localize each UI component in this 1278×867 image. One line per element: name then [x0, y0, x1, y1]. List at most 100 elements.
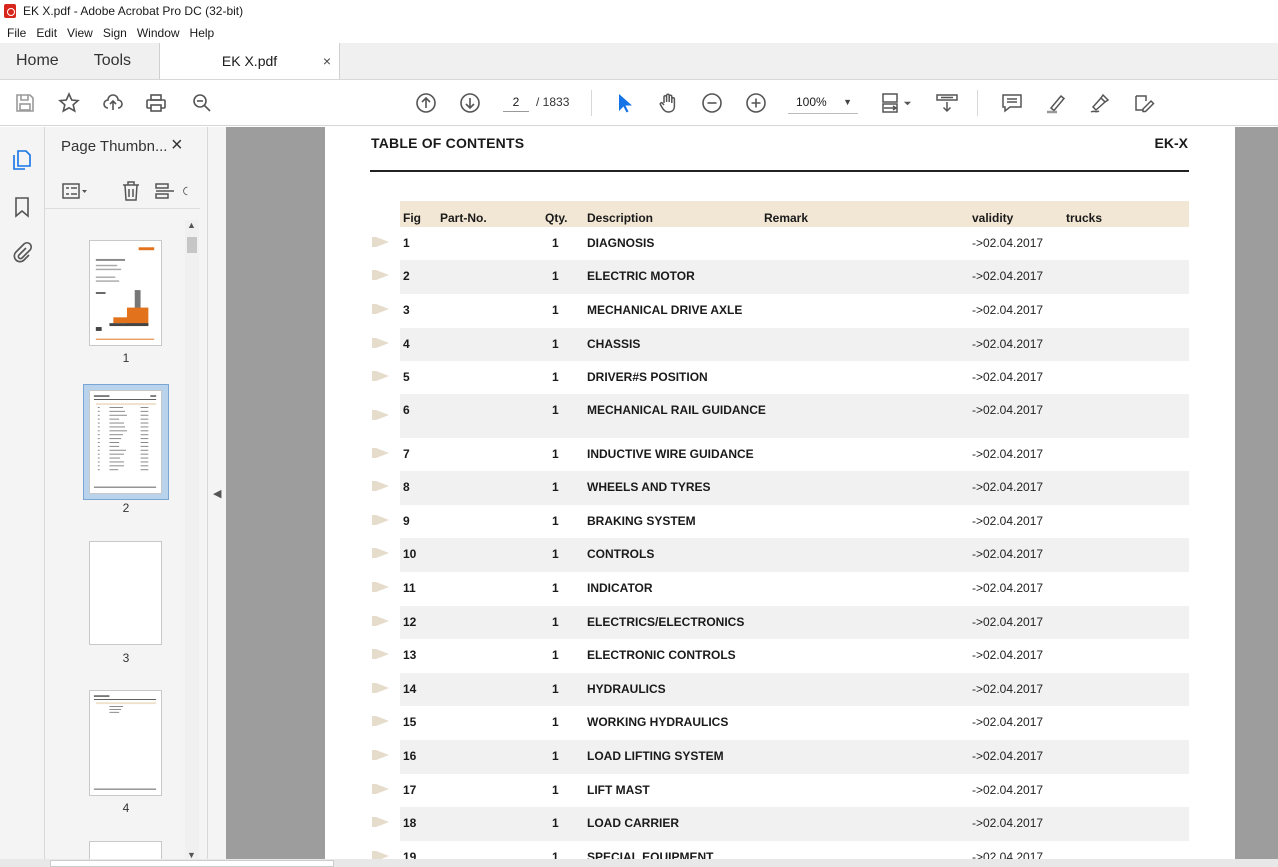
- thumbnail-page-4[interactable]: [89, 690, 162, 796]
- toc-row[interactable]: 5 1 DRIVER#S POSITION ->02.04.2017: [372, 361, 1189, 394]
- row-qty: 1: [552, 403, 559, 417]
- star-icon[interactable]: [57, 91, 81, 115]
- save-icon[interactable]: [13, 91, 37, 115]
- row-description: WHEELS AND TYRES: [587, 480, 711, 494]
- row-validity: ->02.04.2017: [972, 337, 1044, 351]
- toc-row[interactable]: 16 1 LOAD LIFTING SYSTEM ->02.04.2017: [372, 740, 1189, 774]
- menu-bar: File Edit View Sign Window Help: [0, 22, 1278, 43]
- scroll-mode-icon[interactable]: [935, 91, 959, 115]
- menu-window[interactable]: Window: [132, 26, 185, 40]
- toc-row[interactable]: 11 1 INDICATOR ->02.04.2017: [372, 572, 1189, 606]
- upload-icon[interactable]: [101, 91, 125, 115]
- row-description: BRAKING SYSTEM: [587, 514, 696, 528]
- toc-row[interactable]: 18 1 LOAD CARRIER ->02.04.2017: [372, 807, 1189, 841]
- menu-edit[interactable]: Edit: [31, 26, 62, 40]
- toc-header-row: Fig Part-No. Qty. Description Remark val…: [400, 201, 1189, 227]
- tab-tools[interactable]: Tools: [75, 43, 161, 79]
- horizontal-scrollbar[interactable]: [0, 859, 1278, 867]
- row-fig: 3: [403, 303, 410, 317]
- thumbnail-page-1[interactable]: [89, 240, 162, 346]
- tab-home[interactable]: Home: [0, 43, 75, 79]
- scroll-thumb[interactable]: [187, 237, 197, 253]
- toc-row[interactable]: 7 1 INDUCTIVE WIRE GUIDANCE ->02.04.2017: [372, 438, 1189, 471]
- header-rule: [370, 170, 1189, 172]
- toc-row[interactable]: 17 1 LIFT MAST ->02.04.2017: [372, 774, 1189, 807]
- toc-row[interactable]: 13 1 ELECTRONIC CONTROLS ->02.04.2017: [372, 639, 1189, 673]
- page-fit-dropdown-icon[interactable]: [900, 91, 914, 115]
- row-marker-icon: [372, 715, 389, 726]
- prev-page-icon[interactable]: [414, 91, 438, 115]
- delete-page-icon[interactable]: [119, 179, 143, 203]
- row-qty: 1: [552, 615, 559, 629]
- page-number-input[interactable]: 2: [503, 92, 529, 112]
- toc-row[interactable]: 4 1 CHASSIS ->02.04.2017: [372, 328, 1189, 361]
- horizontal-scroll-thumb[interactable]: [50, 860, 334, 867]
- main-toolbar: [0, 80, 1278, 126]
- toc-row[interactable]: 9 1 BRAKING SYSTEM ->02.04.2017: [372, 505, 1189, 538]
- doc-model-code: EK-X: [1154, 135, 1188, 151]
- row-fig: 18: [403, 816, 417, 830]
- zoom-in-icon[interactable]: [744, 91, 768, 115]
- document-viewer[interactable]: TABLE OF CONTENTS EK-X Fig Part-No. Qty.…: [226, 127, 1278, 867]
- zoom-level-select[interactable]: 100% ▼: [788, 92, 858, 114]
- zoom-search-icon[interactable]: [190, 91, 214, 115]
- panel-title: Page Thumbn...: [61, 138, 168, 155]
- row-marker-icon: [372, 409, 389, 420]
- thumbnail-page-2[interactable]: [89, 390, 162, 494]
- collapse-panel-icon[interactable]: ◀: [213, 487, 221, 500]
- toc-row[interactable]: 3 1 MECHANICAL DRIVE AXLE ->02.04.2017: [372, 294, 1189, 328]
- row-description: WORKING HYDRAULICS: [587, 715, 729, 729]
- toc-row[interactable]: 1 1 DIAGNOSIS ->02.04.2017: [372, 227, 1189, 257]
- menu-help[interactable]: Help: [185, 26, 220, 40]
- attachments-icon[interactable]: [10, 240, 34, 264]
- sign-icon[interactable]: [1088, 91, 1112, 115]
- page-layout-icon[interactable]: [153, 179, 177, 203]
- toc-row[interactable]: 14 1 HYDRAULICS ->02.04.2017: [372, 673, 1189, 706]
- toc-row[interactable]: 15 1 WORKING HYDRAULICS ->02.04.2017: [372, 706, 1189, 740]
- rotate-page-icon[interactable]: [183, 179, 195, 203]
- bookmarks-icon[interactable]: [10, 195, 34, 219]
- thumbnail-options-icon[interactable]: [61, 179, 89, 203]
- row-fig: 13: [403, 648, 417, 662]
- thumbnail-page-3[interactable]: [89, 541, 162, 645]
- row-description: HYDRAULICS: [587, 682, 666, 696]
- thumbnail-page-5[interactable]: [89, 841, 162, 861]
- edit-icon[interactable]: [1132, 91, 1156, 115]
- thumbnail-scrollbar[interactable]: ▲ ▼: [185, 220, 199, 860]
- print-icon[interactable]: [144, 91, 168, 115]
- menu-sign[interactable]: Sign: [98, 26, 132, 40]
- next-page-icon[interactable]: [458, 91, 482, 115]
- row-fig: 1: [403, 236, 410, 250]
- row-description: MECHANICAL DRIVE AXLE: [587, 303, 743, 317]
- row-description: LOAD CARRIER: [587, 816, 679, 830]
- select-pointer-icon[interactable]: [612, 91, 636, 115]
- page-thumbnails-icon[interactable]: [10, 148, 34, 172]
- row-description: INDUCTIVE WIRE GUIDANCE: [587, 447, 754, 461]
- row-fig: 5: [403, 370, 410, 384]
- thumbnail-label-1: 1: [122, 351, 130, 365]
- tab-document[interactable]: EK X.pdf ×: [160, 43, 341, 79]
- highlight-icon[interactable]: [1044, 91, 1068, 115]
- scroll-up-icon[interactable]: ▲: [187, 220, 196, 230]
- row-description: CHASSIS: [587, 337, 641, 351]
- toc-row[interactable]: 2 1 ELECTRIC MOTOR ->02.04.2017: [372, 260, 1189, 294]
- row-description: LIFT MAST: [587, 783, 650, 797]
- hand-icon[interactable]: [656, 91, 680, 115]
- title-bar: EK X.pdf - Adobe Acrobat Pro DC (32-bit): [0, 0, 1278, 22]
- thumbnail-page-4-image: [93, 695, 157, 790]
- row-description: CONTROLS: [587, 547, 655, 561]
- toc-row[interactable]: 8 1 WHEELS AND TYRES ->02.04.2017: [372, 471, 1189, 505]
- comment-icon[interactable]: [1000, 91, 1024, 115]
- close-tab-icon[interactable]: ×: [323, 53, 331, 69]
- menu-view[interactable]: View: [62, 26, 98, 40]
- row-validity: ->02.04.2017: [972, 648, 1044, 662]
- toc-row[interactable]: 6 1 MECHANICAL RAIL GUIDANCE ->02.04.2017: [372, 394, 1189, 438]
- thumbnail-label-4: 4: [122, 801, 130, 815]
- close-panel-icon[interactable]: ×: [171, 134, 183, 157]
- row-marker-icon: [372, 269, 389, 280]
- menu-file[interactable]: File: [2, 26, 31, 40]
- zoom-out-icon[interactable]: [700, 91, 724, 115]
- panel-collapse-strip[interactable]: ◀: [208, 127, 226, 867]
- toc-row[interactable]: 12 1 ELECTRICS/ELECTRONICS ->02.04.2017: [372, 606, 1189, 639]
- toc-row[interactable]: 10 1 CONTROLS ->02.04.2017: [372, 538, 1189, 572]
